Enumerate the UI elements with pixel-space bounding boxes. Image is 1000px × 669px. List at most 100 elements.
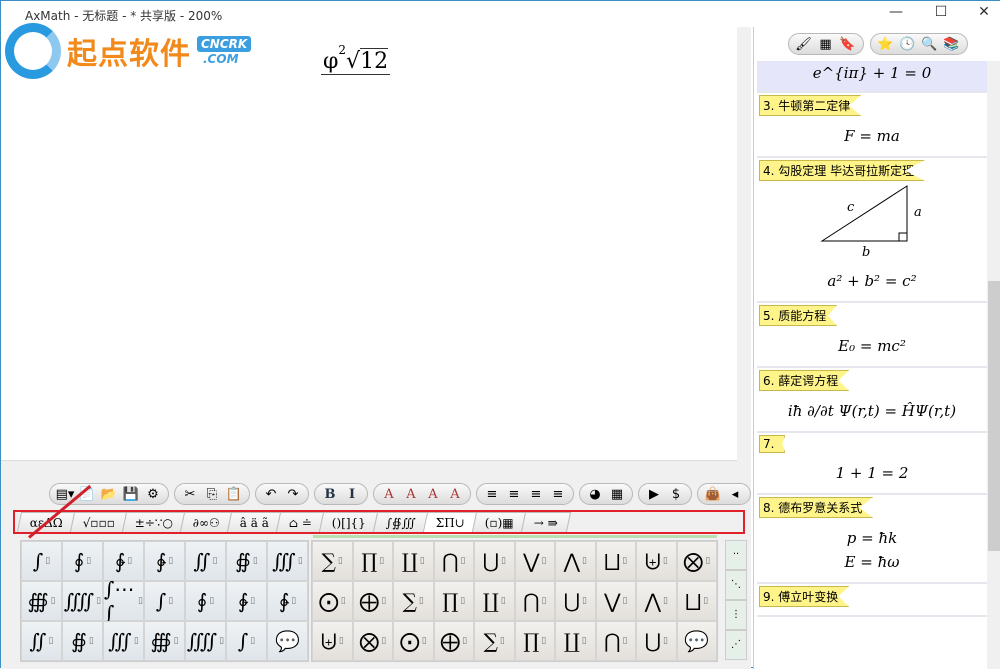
palette-symbol-button[interactable]: ∰ ▯ (144, 621, 185, 661)
palette-symbol-button[interactable]: ∏ ▯ (433, 581, 474, 621)
palette-symbol-button[interactable]: ⨁ ▯ (352, 581, 393, 621)
palette-symbol-button[interactable]: ∫ ▯ (144, 581, 185, 621)
palette-side-button[interactable]: ⋮ (725, 600, 747, 630)
formula-item[interactable]: 4. 勾股定理 毕达哥拉斯定理 c a b a² + b² = c² (757, 158, 987, 303)
toolbar-button[interactable]: 📂 (98, 487, 120, 502)
palette-symbol-button[interactable]: ∲ ▯ (226, 581, 267, 621)
palette-symbol-button[interactable]: ∰ ▯ (21, 581, 62, 621)
palette-symbol-button[interactable]: ∬ ▯ (185, 541, 226, 581)
formula-item[interactable]: 5. 质能方程 E₀ = mc² (757, 303, 987, 368)
palette-tab[interactable]: → ⇛ (520, 512, 572, 532)
palette-symbol-button[interactable]: ⨆ ▯ (595, 541, 636, 581)
formula-item[interactable]: 7. 1 + 1 = 2 (757, 433, 987, 495)
palette-symbol-button[interactable]: ⨌ ▯ (185, 621, 226, 661)
palette-tab[interactable]: â ä ã (227, 512, 283, 532)
palette-symbol-button[interactable]: ⨂ ▯ (352, 621, 393, 661)
palette-symbol-button[interactable]: ⋂ ▯ (514, 581, 555, 621)
palette-tab[interactable]: ⌂ ≐ (276, 512, 326, 532)
palette-tab[interactable]: ∫∯∭ (373, 512, 430, 532)
palette-symbol-button[interactable]: ∑ ▯ (312, 541, 353, 581)
toolbar-button[interactable]: I (341, 487, 363, 502)
library-tool-icon[interactable]: 🖌 (793, 37, 815, 52)
toolbar-button[interactable]: ◂ (724, 487, 746, 502)
palette-symbol-button[interactable]: ∳ ▯ (144, 541, 185, 581)
palette-symbol-button[interactable]: ∲ ▯ (103, 541, 144, 581)
library-tool-icon[interactable]: ▦ (815, 37, 837, 52)
library-tool-icon[interactable]: 🔖 (837, 37, 859, 52)
palette-tab[interactable]: ±÷∵○ (121, 512, 187, 532)
toolbar-button[interactable]: A (378, 487, 400, 502)
palette-symbol-button[interactable]: ⋂ ▯ (433, 541, 474, 581)
palette-symbol-button[interactable]: ∫⋯∫ ▯ (103, 577, 144, 625)
palette-symbol-button[interactable]: ⋀ ▯ (555, 541, 596, 581)
palette-symbol-button[interactable]: ∭ ▯ (267, 541, 308, 581)
palette-symbol-button[interactable]: ∯ ▯ (62, 621, 103, 661)
palette-symbol-button[interactable]: ∯ ▯ (226, 541, 267, 581)
palette-symbol-button[interactable]: ∭ ▯ (103, 621, 144, 661)
palette-symbol-button[interactable]: ⨆ ▯ (676, 581, 717, 621)
toolbar-button[interactable]: ↶ (260, 487, 282, 502)
library-tool-icon[interactable]: ⭐ (875, 37, 897, 52)
palette-symbol-button[interactable]: ⋀ ▯ (636, 581, 677, 621)
formula-item[interactable]: 3. 牛顿第二定律 F = ma (757, 93, 987, 158)
palette-symbol-button[interactable]: 💬 (267, 621, 308, 661)
toolbar-button[interactable]: ⎘ (201, 487, 223, 502)
toolbar-button[interactable]: A (444, 487, 466, 502)
palette-tab[interactable]: ()[]{} (319, 512, 380, 532)
palette-symbol-button[interactable]: ⋃ ▯ (555, 581, 596, 621)
close-button[interactable]: ✕ (969, 4, 999, 24)
toolbar-button[interactable]: ✂ (179, 487, 201, 502)
toolbar-button[interactable]: ≡ (525, 487, 547, 502)
library-tool-icon[interactable]: 📚 (941, 37, 963, 52)
toolbar-button[interactable]: ↷ (282, 487, 304, 502)
toolbar-button[interactable]: A (422, 487, 444, 502)
palette-tab[interactable]: (▫)▦ (472, 512, 528, 532)
editor-scrollbar[interactable] (737, 27, 751, 461)
formula-item[interactable]: 8. 德布罗意关系式 p = ħk E = ħω (757, 495, 987, 584)
palette-symbol-button[interactable]: ∐ ▯ (474, 581, 515, 621)
palette-symbol-button[interactable]: ⋃ ▯ (474, 541, 515, 581)
toolbar-button[interactable]: ≡ (547, 487, 569, 502)
toolbar-button[interactable]: ◕ (584, 487, 606, 502)
palette-tab[interactable]: ΣΠ∪ (423, 512, 479, 532)
scrollbar-thumb[interactable] (988, 281, 1000, 551)
palette-symbol-button[interactable]: ∑ ▯ (393, 581, 434, 621)
toolbar-button[interactable]: ▶ (643, 487, 665, 502)
library-tool-icon[interactable]: 🔍 (919, 37, 941, 52)
palette-symbol-button[interactable]: ⋁ ▯ (514, 541, 555, 581)
palette-symbol-button[interactable]: ∏ ▯ (352, 541, 393, 581)
palette-symbol-button[interactable]: ∳ ▯ (267, 581, 308, 621)
toolbar-button[interactable]: 💾 (120, 487, 142, 502)
palette-symbol-button[interactable]: ⨌ ▯ (62, 581, 103, 621)
formula-item[interactable]: e^{iφ} = cosφ + isinφe^{iπ} + 1 = 0 (757, 61, 987, 93)
palette-tab[interactable]: ∂∞⚇ (180, 512, 234, 532)
palette-symbol-button[interactable]: ∑ ▯ (474, 621, 515, 661)
toolbar-button[interactable]: 📋 (223, 487, 245, 502)
formula-editor-canvas[interactable]: φ2√12 (1, 27, 737, 461)
toolbar-button[interactable]: $ (665, 487, 687, 502)
toolbar-button[interactable]: ≡ (503, 487, 525, 502)
formula[interactable]: φ2√12 (321, 43, 391, 75)
palette-side-button[interactable]: ⋰ (725, 630, 747, 660)
palette-symbol-button[interactable]: ⋂ ▯ (595, 621, 636, 661)
minimize-button[interactable]: — (881, 4, 911, 24)
palette-symbol-button[interactable]: ∮ ▯ (62, 541, 103, 581)
palette-symbol-button[interactable]: ⨀ ▯ (312, 581, 353, 621)
library-tool-icon[interactable]: 🕓 (897, 37, 919, 52)
palette-symbol-button[interactable]: ⋃ ▯ (636, 621, 677, 661)
palette-side-button[interactable]: ·· (725, 540, 747, 570)
palette-symbol-button[interactable]: ⨀ ▯ (393, 621, 434, 661)
palette-symbol-button[interactable]: ∬ ▯ (21, 621, 62, 661)
toolbar-button[interactable]: ▦ (606, 487, 628, 502)
palette-symbol-button[interactable]: ⨁ ▯ (433, 621, 474, 661)
library-scrollbar[interactable] (987, 61, 1000, 669)
palette-symbol-button[interactable]: ∫ ▯ (21, 541, 62, 581)
toolbar-button[interactable]: ⚙ (142, 487, 164, 502)
toolbar-button[interactable]: ≡ (481, 487, 503, 502)
maximize-button[interactable]: ☐ (926, 4, 956, 24)
palette-symbol-button[interactable]: ∫ ▯ (226, 621, 267, 661)
palette-symbol-button[interactable]: ∮ ▯ (185, 581, 226, 621)
palette-symbol-button[interactable]: ∏ ▯ (514, 621, 555, 661)
toolbar-button[interactable]: 👜 (702, 487, 724, 502)
toolbar-button[interactable]: B (319, 487, 341, 502)
